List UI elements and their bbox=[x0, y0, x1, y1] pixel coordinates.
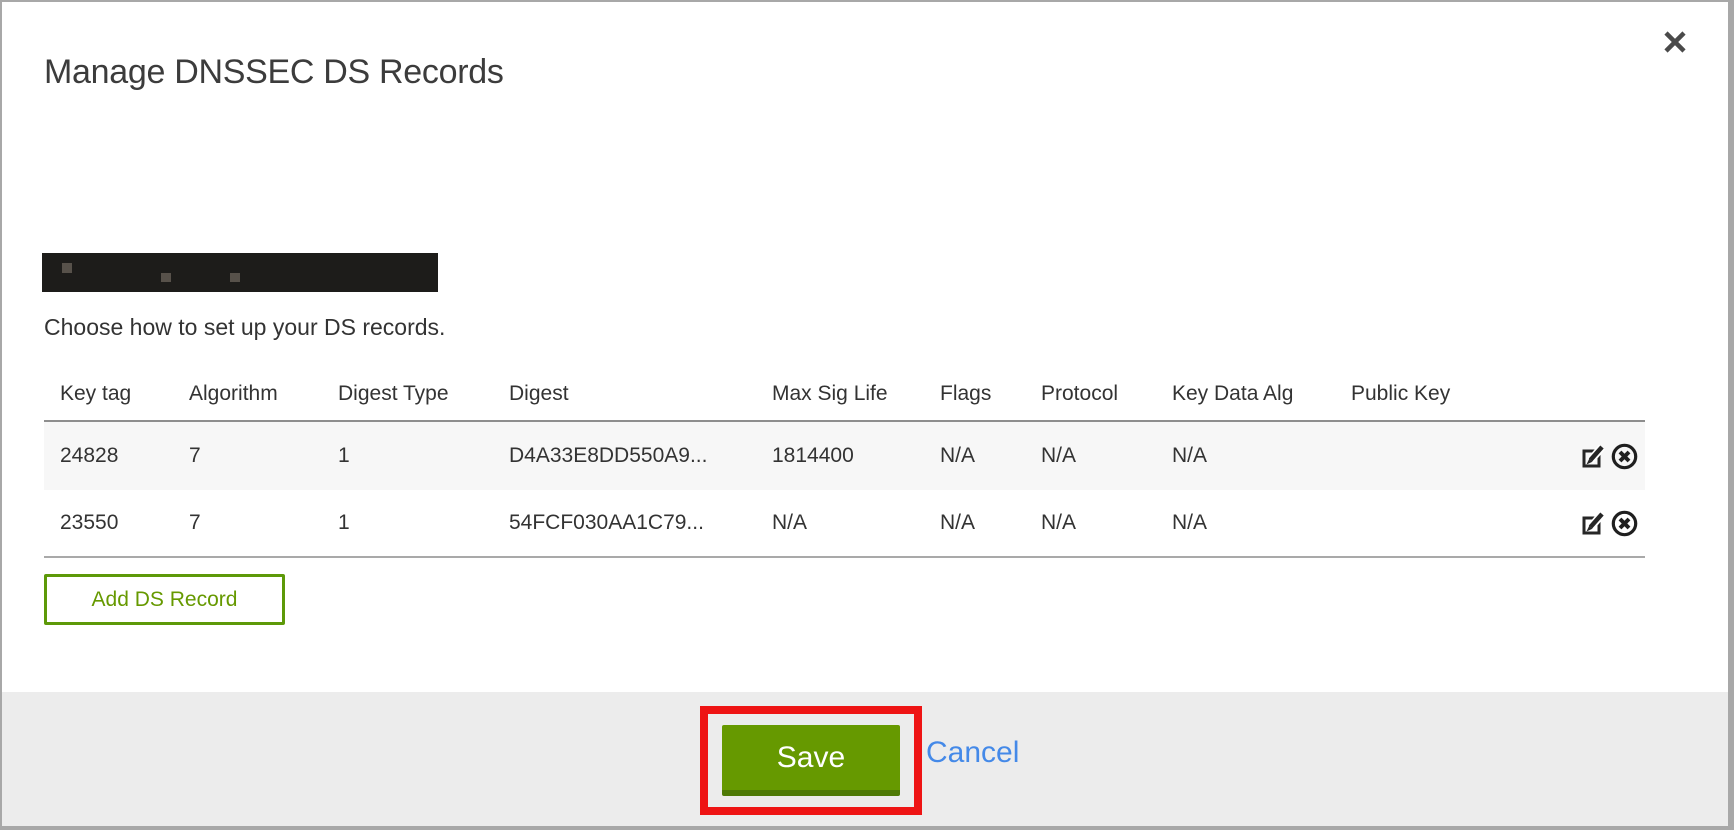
column-header-flags: Flags bbox=[940, 368, 1041, 421]
add-ds-record-button[interactable]: Add DS Record bbox=[44, 574, 285, 625]
redacted-domain bbox=[42, 253, 438, 292]
cell-max-sig-life: 1814400 bbox=[772, 421, 940, 490]
table-row: 24828 7 1 D4A33E8DD550A9... 1814400 N/A … bbox=[44, 421, 1645, 490]
column-header-public-key: Public Key bbox=[1351, 368, 1575, 421]
edit-icon bbox=[1581, 510, 1608, 537]
delete-icon bbox=[1610, 442, 1639, 471]
column-header-protocol: Protocol bbox=[1041, 368, 1172, 421]
cell-algorithm: 7 bbox=[189, 421, 338, 490]
setup-instruction: Choose how to set up your DS records. bbox=[44, 314, 445, 341]
modal-footer: Save Cancel bbox=[2, 692, 1728, 826]
close-icon bbox=[1661, 28, 1689, 56]
table-header-row: Key tag Algorithm Digest Type Digest Max… bbox=[44, 368, 1645, 421]
edit-record-button[interactable] bbox=[1581, 510, 1608, 537]
column-header-key-data-alg: Key Data Alg bbox=[1172, 368, 1351, 421]
cell-max-sig-life: N/A bbox=[772, 490, 940, 557]
cancel-link[interactable]: Cancel bbox=[926, 736, 1019, 770]
delete-icon bbox=[1610, 509, 1639, 538]
cell-flags: N/A bbox=[940, 421, 1041, 490]
delete-record-button[interactable] bbox=[1610, 509, 1639, 538]
cell-digest-type: 1 bbox=[338, 421, 509, 490]
cell-protocol: N/A bbox=[1041, 421, 1172, 490]
dnssec-modal: Manage DNSSEC DS Records Choose how to s… bbox=[0, 0, 1734, 830]
cell-digest-type: 1 bbox=[338, 490, 509, 557]
cell-flags: N/A bbox=[940, 490, 1041, 557]
cell-digest: 54FCF030AA1C79... bbox=[509, 490, 772, 557]
column-header-key-tag: Key tag bbox=[44, 368, 189, 421]
close-button[interactable] bbox=[1658, 26, 1692, 60]
cell-digest: D4A33E8DD550A9... bbox=[509, 421, 772, 490]
cell-key-tag: 24828 bbox=[44, 421, 189, 490]
cell-algorithm: 7 bbox=[189, 490, 338, 557]
column-header-algorithm: Algorithm bbox=[189, 368, 338, 421]
cell-key-data-alg: N/A bbox=[1172, 421, 1351, 490]
column-header-digest-type: Digest Type bbox=[338, 368, 509, 421]
cell-public-key bbox=[1351, 490, 1575, 557]
column-header-max-sig-life: Max Sig Life bbox=[772, 368, 940, 421]
save-button[interactable]: Save bbox=[722, 725, 900, 796]
delete-record-button[interactable] bbox=[1610, 442, 1639, 471]
edit-record-button[interactable] bbox=[1581, 443, 1608, 470]
cell-public-key bbox=[1351, 421, 1575, 490]
table-row: 23550 7 1 54FCF030AA1C79... N/A N/A N/A … bbox=[44, 490, 1645, 557]
column-header-actions bbox=[1575, 368, 1645, 421]
cell-key-data-alg: N/A bbox=[1172, 490, 1351, 557]
edit-icon bbox=[1581, 443, 1608, 470]
ds-records-table: Key tag Algorithm Digest Type Digest Max… bbox=[44, 368, 1645, 558]
cell-protocol: N/A bbox=[1041, 490, 1172, 557]
column-header-digest: Digest bbox=[509, 368, 772, 421]
cell-key-tag: 23550 bbox=[44, 490, 189, 557]
annotation-save-highlight: Save bbox=[700, 706, 922, 815]
modal-title: Manage DNSSEC DS Records bbox=[44, 53, 504, 92]
